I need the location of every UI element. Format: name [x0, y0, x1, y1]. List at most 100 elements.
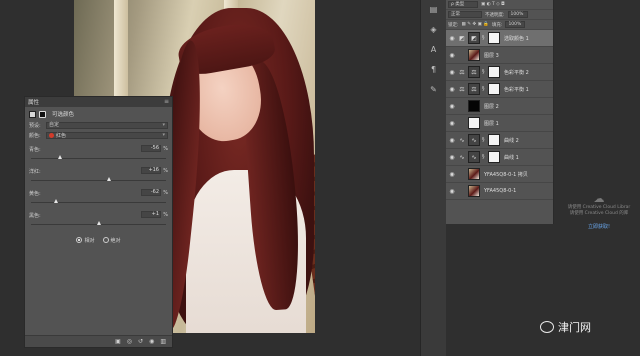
- cloud-icon: ☁: [593, 192, 605, 205]
- layer-thumbnail[interactable]: [468, 49, 480, 61]
- layer-thumbnail[interactable]: [468, 100, 480, 112]
- link-icon[interactable]: §: [482, 69, 486, 75]
- layer-row[interactable]: ◉ ∿ ∿ § 曲线 1: [446, 149, 553, 166]
- selective-color-icon: ◩: [459, 34, 465, 42]
- lock-row: 锁定: ▩ ✎ ✥ ▣ 🔒 填充: 100%: [446, 20, 553, 30]
- radio-indicator[interactable]: [76, 237, 83, 243]
- slider-thumb[interactable]: [96, 221, 101, 225]
- fill-label: 填充:: [491, 22, 503, 28]
- blend-mode-select[interactable]: 正常: [448, 11, 482, 18]
- mask-icon[interactable]: [39, 110, 46, 118]
- menu-lines-icon[interactable]: ≡: [164, 99, 169, 105]
- character-icon[interactable]: A: [421, 40, 446, 60]
- colors-row: 颜色: 红色 ▾: [25, 131, 172, 140]
- layer-row[interactable]: ◉ ∿ ∿ § 曲线 2: [446, 132, 553, 149]
- slider-value-input[interactable]: +1: [141, 211, 161, 218]
- layer-row[interactable]: ◉ YFA45Q8-0-1 拷贝: [446, 166, 553, 183]
- slider-thumb[interactable]: [54, 199, 59, 203]
- layer-mask-thumbnail[interactable]: [488, 32, 500, 44]
- radio-absolute[interactable]: 绝对: [102, 237, 121, 244]
- visibility-eye-icon[interactable]: ◉: [149, 338, 154, 345]
- properties-titlebar[interactable]: 属性 ≡: [25, 97, 172, 107]
- visibility-eye-icon[interactable]: ◉: [448, 103, 456, 110]
- link-icon[interactable]: §: [482, 137, 486, 143]
- layer-row[interactable]: ◉ ⚖ ⚖ § 色彩平衡 2: [446, 64, 553, 81]
- layer-mask-thumbnail[interactable]: [488, 66, 500, 78]
- radio-relative[interactable]: 相对: [76, 237, 95, 244]
- layer-row[interactable]: ◉ YFA45Q8-0-1: [446, 183, 553, 200]
- visibility-eye-icon[interactable]: ◉: [448, 69, 456, 76]
- layer-thumbnail[interactable]: [468, 168, 480, 180]
- swatches-icon[interactable]: ◈: [421, 20, 446, 40]
- clip-to-layer-icon[interactable]: ▣: [115, 338, 121, 345]
- layer-row[interactable]: ◉ ⚖ ⚖ § 色彩平衡 1: [446, 81, 553, 98]
- adjustment-thumbnail[interactable]: ◩: [468, 32, 480, 44]
- slider-thumb[interactable]: [106, 177, 111, 181]
- visibility-eye-icon[interactable]: ◉: [448, 120, 456, 127]
- layer-name: 选取颜色 1: [504, 35, 529, 42]
- colors-select[interactable]: 红色 ▾: [46, 132, 168, 139]
- slider-track[interactable]: [31, 180, 166, 181]
- adjustment-header: 可选颜色: [25, 107, 172, 121]
- preset-select[interactable]: 自定 ▾: [46, 122, 168, 129]
- view-previous-icon[interactable]: ◎: [127, 338, 132, 345]
- chevron-down-icon: ▾: [162, 132, 165, 138]
- layer-row[interactable]: ◉ 图层 1: [446, 115, 553, 132]
- layer-mask-thumbnail[interactable]: [488, 134, 500, 146]
- slider-thumb[interactable]: [58, 155, 63, 159]
- paragraph-icon[interactable]: ¶: [421, 60, 446, 80]
- adjustment-thumbnail[interactable]: ⚖: [468, 66, 480, 78]
- adjustment-thumbnail[interactable]: ∿: [468, 151, 480, 163]
- history-icon[interactable]: ▤: [421, 0, 446, 20]
- layer-row[interactable]: ◉ ◩ ◩ § 选取颜色 1: [446, 30, 553, 47]
- cloud-line-2: 请使用 Creative Cloud 的库: [569, 211, 629, 216]
- layer-mask-thumbnail[interactable]: [488, 151, 500, 163]
- fill-input[interactable]: 100%: [505, 21, 526, 28]
- adjustment-name: 可选颜色: [52, 112, 75, 118]
- slider-black: 黑色: +1 %: [25, 210, 172, 232]
- colors-value: 红色: [56, 133, 67, 139]
- visibility-eye-icon[interactable]: ◉: [448, 137, 456, 144]
- preset-value: 自定: [49, 122, 60, 128]
- layer-row[interactable]: ◉ 图层 3: [446, 47, 553, 64]
- layer-row[interactable]: ◉ 图层 2: [446, 98, 553, 115]
- lock-icons[interactable]: ▩ ✎ ✥ ▣ 🔒: [462, 22, 489, 27]
- layer-name: 曲线 1: [504, 154, 519, 161]
- layer-thumbnail[interactable]: [468, 185, 480, 197]
- colors-label: 颜色:: [29, 133, 41, 139]
- layer-name: 曲线 2: [504, 137, 519, 144]
- visibility-eye-icon[interactable]: ◉: [448, 171, 456, 178]
- slider-value-input[interactable]: +16: [141, 167, 161, 174]
- blend-row: 正常 不透明度: 100%: [446, 10, 553, 20]
- link-icon[interactable]: §: [482, 154, 486, 160]
- filter-icons[interactable]: ▣ ◐ T ◇ ◘: [481, 2, 505, 7]
- slider-value-input[interactable]: -56: [141, 145, 161, 152]
- layer-mask-thumbnail[interactable]: [488, 83, 500, 95]
- balance-icon: ⚖: [459, 85, 465, 93]
- layer-thumbnail[interactable]: [468, 117, 480, 129]
- link-icon[interactable]: §: [482, 35, 486, 41]
- visibility-eye-icon[interactable]: ◉: [448, 188, 456, 195]
- chevron-down-icon: ▾: [162, 122, 165, 128]
- slider-track[interactable]: [31, 158, 166, 159]
- trash-icon[interactable]: ▥: [160, 338, 166, 345]
- kind-filter-select[interactable]: ρ 类型: [448, 1, 478, 8]
- brush-icon[interactable]: ✎: [421, 80, 446, 100]
- get-now-link[interactable]: 立即获取!: [560, 223, 638, 230]
- visibility-eye-icon[interactable]: ◉: [448, 35, 456, 42]
- radio-indicator[interactable]: [102, 237, 109, 243]
- visibility-eye-icon[interactable]: ◉: [448, 52, 456, 59]
- slider-value-input[interactable]: -62: [141, 189, 161, 196]
- slider-track[interactable]: [31, 202, 166, 203]
- kind-filter-value: 类型: [455, 2, 465, 7]
- link-icon[interactable]: §: [482, 86, 486, 92]
- adjustment-thumbnail[interactable]: ∿: [468, 134, 480, 146]
- adjustment-thumbnail[interactable]: ⚖: [468, 83, 480, 95]
- opacity-input[interactable]: 100%: [507, 11, 528, 18]
- radio-label: 绝对: [110, 237, 121, 244]
- reset-icon[interactable]: ↺: [138, 338, 143, 345]
- visibility-eye-icon[interactable]: ◉: [448, 86, 456, 93]
- panel-dock: ▤ ◈ A ¶ ✎: [420, 0, 446, 356]
- opacity-label: 不透明度:: [485, 12, 505, 18]
- visibility-eye-icon[interactable]: ◉: [448, 154, 456, 161]
